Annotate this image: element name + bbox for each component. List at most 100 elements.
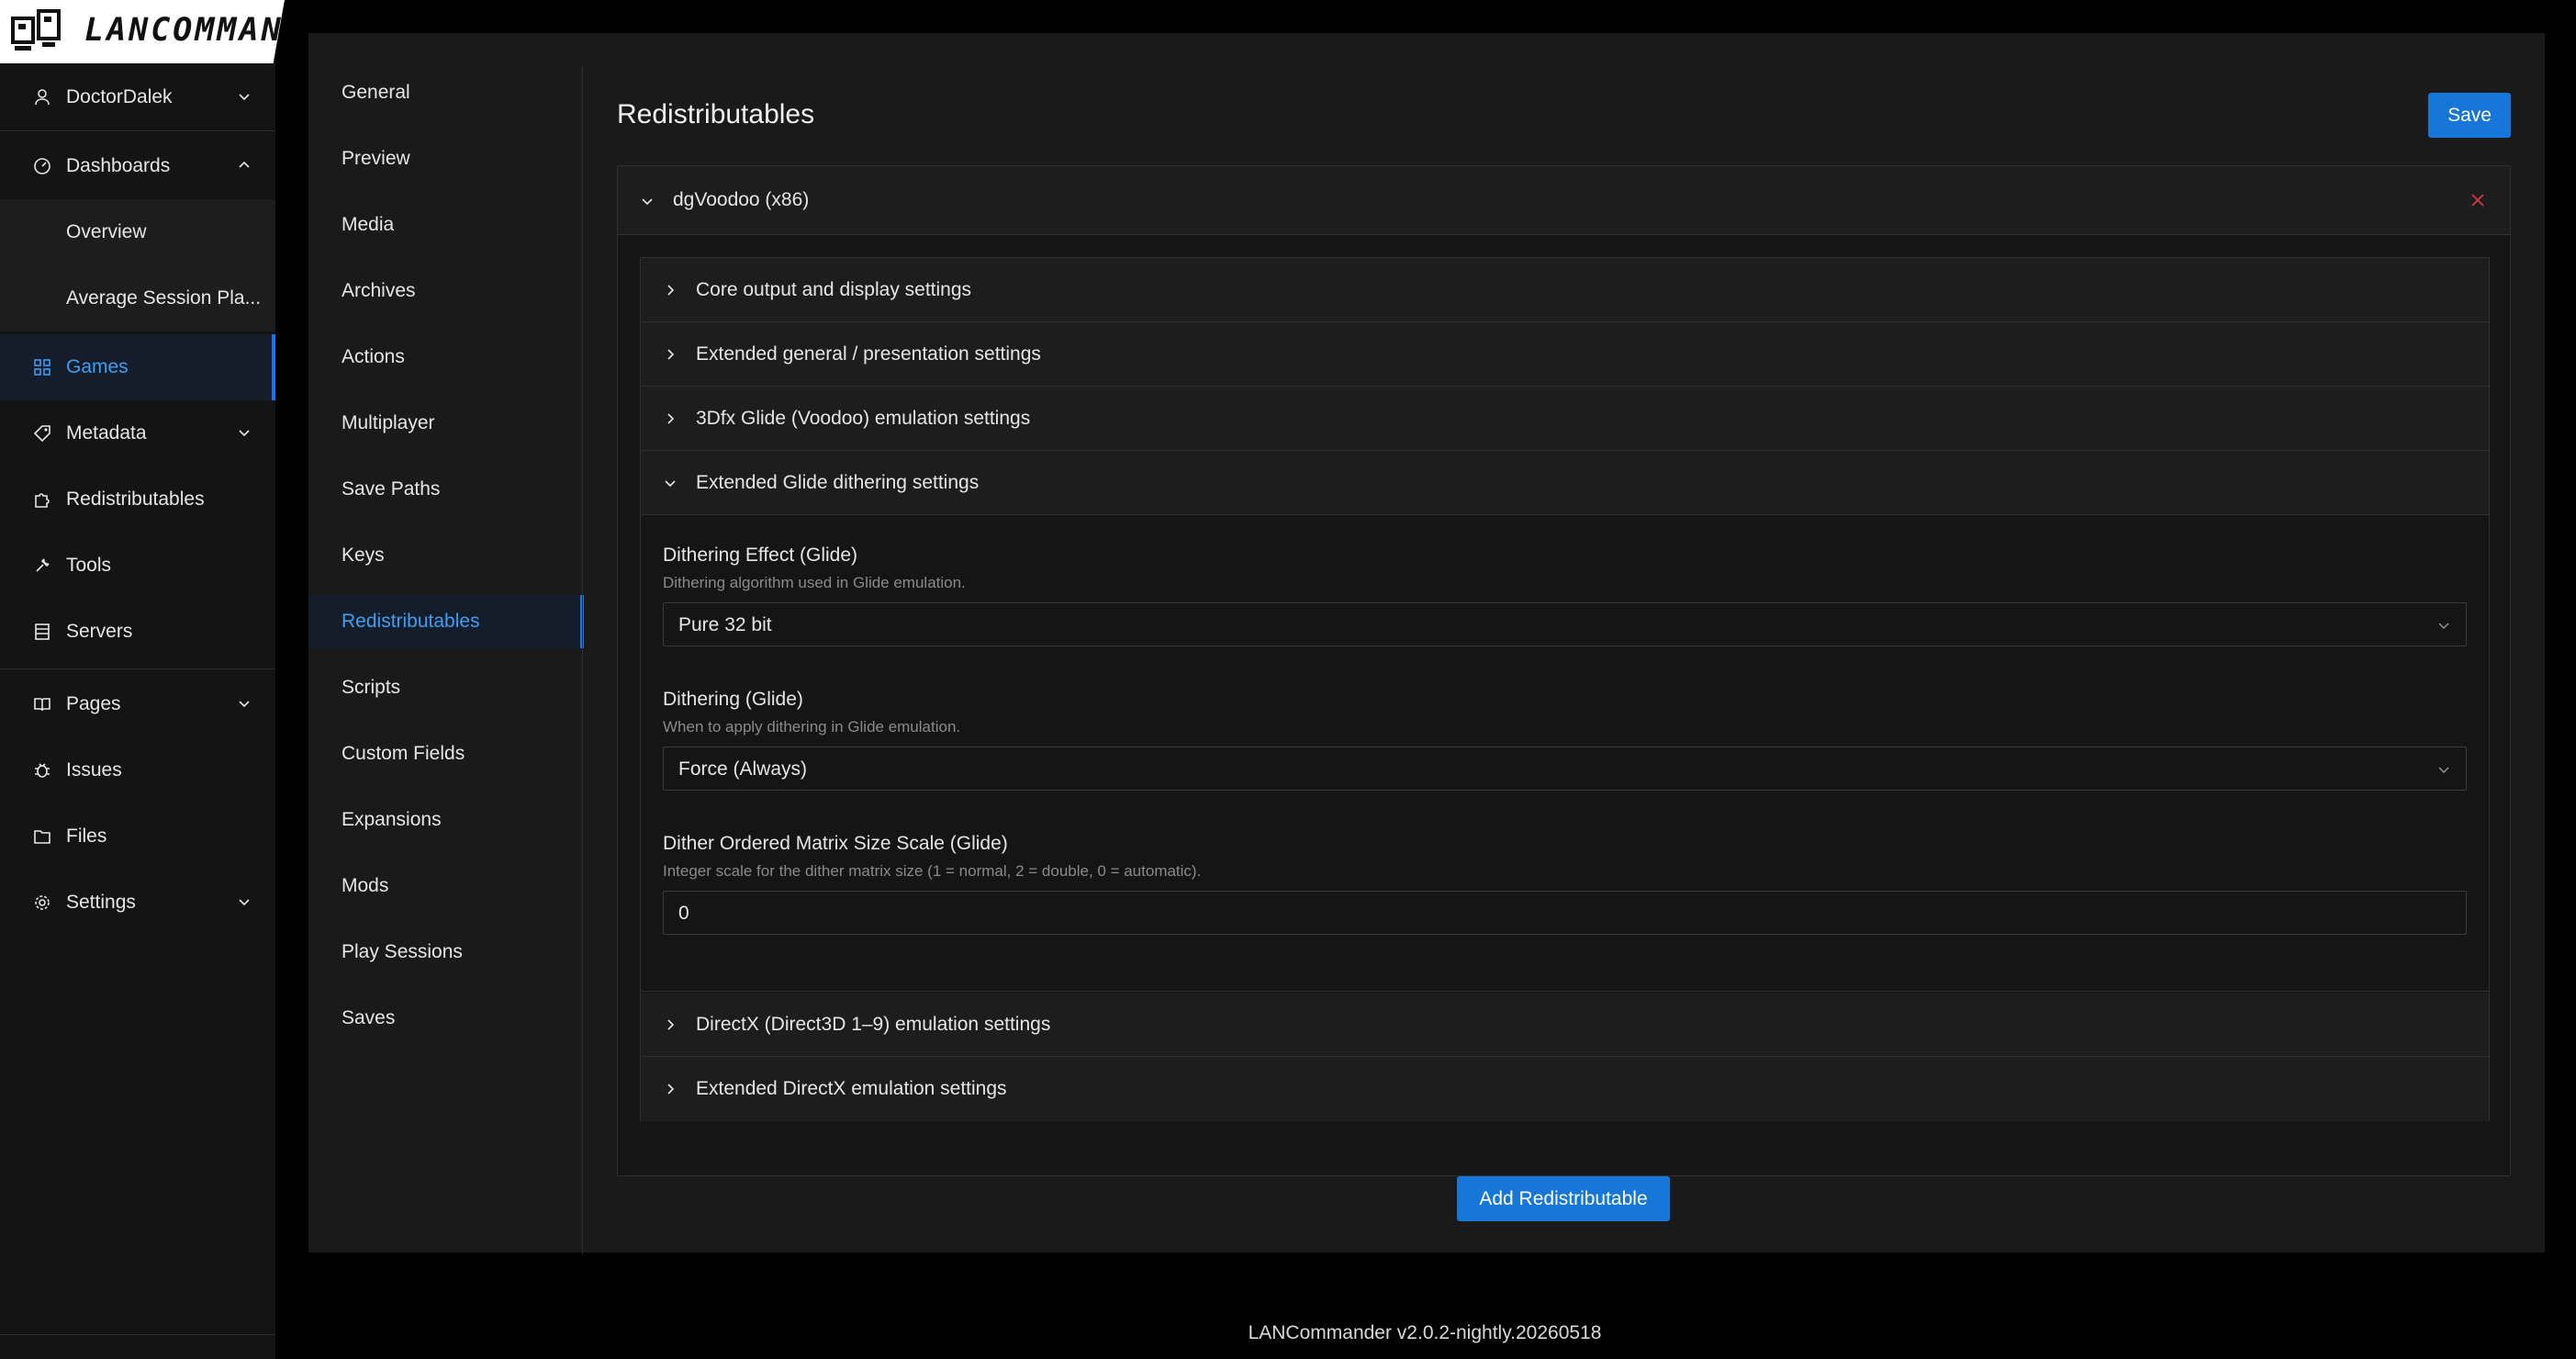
- sidebar-item-average-session[interactable]: Average Session Pla...: [0, 265, 275, 331]
- subnav-item-expansions[interactable]: Expansions: [308, 793, 584, 847]
- section-title: Extended general / presentation settings: [696, 343, 1041, 365]
- settings-collapse: Core output and display settings Extende…: [640, 257, 2490, 1121]
- dithering-effect-select[interactable]: Pure 32 bit: [663, 602, 2467, 646]
- field-label: Dithering (Glide): [663, 689, 803, 710]
- subnav-item-preview[interactable]: Preview: [308, 132, 584, 185]
- chevron-right-icon: [667, 1084, 675, 1095]
- sidebar-item-user[interactable]: DoctorDalek: [0, 64, 275, 130]
- chevron-right-icon: [667, 349, 675, 360]
- sidebar-divider: [0, 130, 275, 131]
- sidebar-item-label: Average Session Pla...: [66, 287, 262, 309]
- book-icon: [34, 698, 50, 712]
- bug-icon: [35, 763, 50, 778]
- sidebar-item-redistributables[interactable]: Redistributables: [0, 466, 275, 533]
- chevron-down-icon: [2438, 623, 2449, 629]
- sidebar-item-label: Dashboards: [66, 155, 171, 176]
- field-label: Dithering Effect (Glide): [663, 545, 858, 566]
- subnav-item-general[interactable]: General: [308, 66, 584, 119]
- section-title: 3Dfx Glide (Voodoo) emulation settings: [696, 408, 1031, 429]
- user-icon: [35, 89, 50, 106]
- sidebar-item-metadata[interactable]: Metadata: [0, 400, 275, 466]
- section-core-output[interactable]: Core output and display settings: [641, 258, 2489, 322]
- chevron-right-icon: [667, 285, 675, 296]
- subnav-item-media[interactable]: Media: [308, 198, 584, 252]
- sidebar-item-files[interactable]: Files: [0, 803, 275, 870]
- sidebar-item-label: Settings: [66, 892, 136, 913]
- sidebar-item-dashboards[interactable]: Dashboards: [0, 133, 275, 199]
- dithering-select[interactable]: Force (Always): [663, 747, 2467, 791]
- subnav-item-mods[interactable]: Mods: [308, 859, 584, 913]
- section-extended-directx[interactable]: Extended DirectX emulation settings: [641, 1057, 2489, 1121]
- main-sidebar: LANCOMMANDER DoctorDalek Dashboards Over…: [0, 0, 285, 1359]
- gear-icon: [35, 895, 50, 910]
- folder-icon: [34, 830, 50, 844]
- section-title: DirectX (Direct3D 1–9) emulation setting…: [696, 1014, 1051, 1035]
- sidebar-item-label: Issues: [66, 759, 122, 781]
- sidebar-item-label: Files: [66, 826, 107, 847]
- redistributable-panel: dgVoodoo (x86) Core output and display s…: [617, 165, 2511, 1176]
- subnav-item-saves[interactable]: Saves: [308, 992, 584, 1045]
- game-edit-panel: General Preview Media Archives Actions M…: [308, 33, 2545, 1254]
- chevron-down-icon: [665, 480, 676, 488]
- sidebar-item-overview[interactable]: Overview: [0, 199, 275, 265]
- redistributable-header[interactable]: dgVoodoo (x86): [618, 166, 2510, 235]
- subnav-item-play-sessions[interactable]: Play Sessions: [308, 926, 584, 979]
- chevron-right-icon: [667, 1019, 675, 1030]
- section-title: Extended DirectX emulation settings: [696, 1078, 1007, 1099]
- page-title: Redistributables: [617, 99, 815, 129]
- section-glide-emulation[interactable]: 3Dfx Glide (Voodoo) emulation settings: [641, 387, 2489, 451]
- field-help: Dithering algorithm used in Glide emulat…: [663, 574, 966, 591]
- sidebar-item-servers[interactable]: Servers: [0, 599, 275, 665]
- puzzle-icon: [35, 493, 50, 508]
- dither-matrix-scale-input[interactable]: 0: [663, 891, 2467, 935]
- close-icon[interactable]: [2470, 192, 2486, 208]
- sidebar-item-label: Redistributables: [66, 489, 205, 510]
- sidebar-item-settings[interactable]: Settings: [0, 870, 275, 936]
- chevron-down-icon: [239, 701, 250, 708]
- subnav-item-scripts[interactable]: Scripts: [308, 661, 584, 714]
- subnav-item-save-paths[interactable]: Save Paths: [308, 463, 584, 516]
- section-extended-general[interactable]: Extended general / presentation settings: [641, 322, 2489, 387]
- subnav-item-actions[interactable]: Actions: [308, 331, 584, 384]
- field-label: Dither Ordered Matrix Size Scale (Glide): [663, 833, 1008, 854]
- add-redistributable-button[interactable]: Add Redistributable: [1457, 1176, 1670, 1221]
- input-value: 0: [678, 903, 689, 924]
- logo-icon: [11, 9, 61, 51]
- select-value: Pure 32 bit: [678, 614, 772, 635]
- field-help: When to apply dithering in Glide emulati…: [663, 718, 961, 736]
- sidebar-item-label: Metadata: [66, 422, 147, 444]
- sidebar-divider: [0, 668, 275, 669]
- section-title: Extended Glide dithering settings: [696, 472, 980, 493]
- app-version: LANCommander v2.0.2-nightly.20260518: [1248, 1322, 1602, 1343]
- select-value: Force (Always): [678, 758, 808, 780]
- chevron-down-icon: [239, 94, 250, 101]
- chevron-down-icon: [642, 198, 653, 206]
- subnav-item-archives[interactable]: Archives: [308, 264, 584, 318]
- dashboard-icon: [34, 158, 50, 174]
- sidebar-item-label: Pages: [66, 693, 121, 714]
- app-logo[interactable]: LANCOMMANDER: [0, 0, 285, 63]
- section-directx-emulation[interactable]: DirectX (Direct3D 1–9) emulation setting…: [641, 993, 2489, 1057]
- tag-icon: [33, 425, 50, 443]
- chevron-down-icon: [239, 899, 250, 906]
- sidebar-item-label: Games: [66, 356, 129, 377]
- subnav-item-custom-fields[interactable]: Custom Fields: [308, 727, 584, 781]
- sidebar-item-tools[interactable]: Tools: [0, 533, 275, 599]
- server-icon: [35, 623, 50, 640]
- sidebar-item-pages[interactable]: Pages: [0, 671, 275, 737]
- section-glide-dithering[interactable]: Extended Glide dithering settings: [641, 451, 2489, 515]
- subnav-item-redistributables[interactable]: Redistributables: [308, 595, 584, 648]
- subnav-item-multiplayer[interactable]: Multiplayer: [308, 397, 584, 450]
- section-title: Core output and display settings: [696, 279, 972, 300]
- sidebar-item-label: Servers: [66, 621, 133, 642]
- save-button[interactable]: Save: [2428, 93, 2511, 138]
- subnav-item-keys[interactable]: Keys: [308, 529, 584, 582]
- sidebar-item-games[interactable]: Games: [0, 334, 275, 400]
- sidebar-item-issues[interactable]: Issues: [0, 737, 275, 803]
- subnav-divider: [582, 66, 583, 1254]
- glide-dithering-body: Dithering Effect (Glide) Dithering algor…: [641, 515, 2489, 992]
- sidebar-item-label: Tools: [66, 555, 112, 576]
- sidebar-item-label: DoctorDalek: [66, 86, 173, 107]
- chevron-right-icon: [667, 413, 675, 424]
- redistributable-body: Core output and display settings Extende…: [618, 235, 2510, 1175]
